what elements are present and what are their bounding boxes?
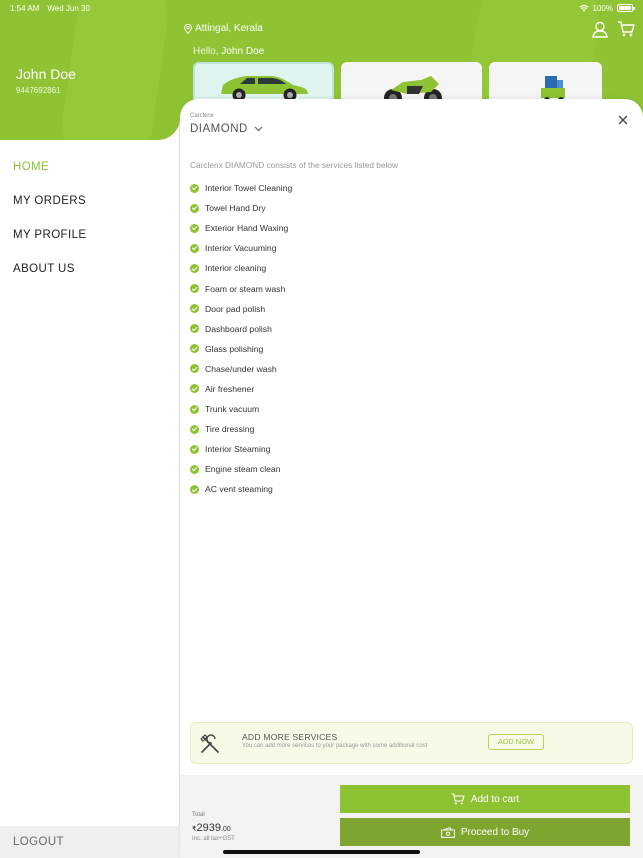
add-to-cart-label: Add to cart [470, 793, 520, 805]
add-now-button[interactable]: ADD NOW [488, 734, 544, 750]
proceed-to-buy-label: Proceed to Buy [460, 826, 530, 838]
sidebar-nav: HOME MY ORDERS MY PROFILE ABOUT US [0, 152, 180, 288]
user-phone: 9447692861 [16, 86, 61, 95]
package-intro: Carclenx DIAMOND consists of the service… [190, 160, 398, 170]
greeting-name: John Doe [221, 46, 265, 57]
add-more-services-banner: ADD MORE SERVICES You can add more servi… [190, 722, 633, 764]
service-name: Engine steam clean [205, 464, 281, 475]
tax-note: Inc. all tax+GST [192, 836, 235, 842]
price-decimals: .00 [220, 826, 231, 833]
service-name: Chase/under wash [205, 363, 277, 374]
service-name: Air freshener [205, 383, 255, 394]
list-item: Door pad polish [190, 299, 292, 319]
sidebar-header: John Doe 9447692861 [0, 0, 180, 140]
list-item: Exterior Hand Waxing [190, 218, 292, 238]
tools-icon [200, 734, 219, 753]
list-item: Interior Towel Cleaning [190, 178, 292, 198]
battery-icon [617, 4, 635, 12]
list-item: Trunk vacuum [190, 399, 292, 419]
check-circle-icon [190, 284, 199, 294]
battery-percent: 100% [592, 3, 613, 13]
list-item: Glass polishing [190, 339, 292, 359]
package-name: DIAMOND [190, 123, 248, 135]
add-more-subtitle: You can add more services to your packag… [242, 743, 428, 749]
check-circle-icon [190, 404, 199, 414]
price-value: 2939 [196, 822, 221, 834]
total-price: ₹2939.00 [192, 822, 231, 834]
check-circle-icon [190, 384, 199, 394]
status-time: 1:54 AM [10, 3, 40, 13]
check-circle-icon [190, 223, 199, 233]
greeting-prefix: Hello, [193, 46, 219, 57]
profile-icon[interactable] [591, 20, 609, 38]
check-circle-icon [190, 364, 199, 374]
service-name: Interior Towel Cleaning [205, 183, 293, 194]
status-bar: 1:54 AM Wed Jun 30 100% [0, 0, 643, 16]
service-name: Glass polishing [205, 343, 264, 354]
sidebar-item-about-us[interactable]: ABOUT US [0, 254, 180, 288]
service-name: Foam or steam wash [205, 283, 286, 294]
location-text: Attingal, Kerala [195, 23, 263, 34]
sidebar: John Doe 9447692861 HOME MY ORDERS MY PR… [0, 0, 180, 858]
check-circle-icon [190, 203, 199, 213]
list-item: Dashboard polish [190, 319, 292, 339]
list-item: Tire dressing [190, 419, 292, 439]
check-circle-icon [190, 243, 199, 253]
list-item: AC vent steaming [190, 479, 292, 499]
service-name: Interior cleaning [205, 263, 267, 274]
user-name: John Doe [16, 66, 76, 82]
check-circle-icon [190, 324, 199, 334]
cart-icon[interactable] [617, 20, 635, 38]
checkout-footer: Total ₹2939.00 Inc. all tax+GST Add to c… [180, 775, 643, 858]
list-item: Interior Vacuuming [190, 238, 292, 258]
service-name: Dashboard polish [205, 323, 272, 334]
check-circle-icon [190, 183, 199, 193]
package-selector[interactable]: DIAMOND [190, 123, 263, 135]
list-item: Engine steam clean [190, 459, 292, 479]
package-details-sheet: Carclenx DIAMOND Carclenx DIAMOND consis… [180, 99, 643, 858]
chevron-down-icon [254, 126, 263, 132]
wifi-icon [579, 5, 588, 12]
list-item: Interior Steaming [190, 439, 292, 459]
service-name: Exterior Hand Waxing [205, 223, 289, 234]
location[interactable]: Attingal, Kerala [184, 23, 263, 34]
service-name: Towel Hand Dry [205, 203, 266, 214]
list-item: Chase/under wash [190, 359, 292, 379]
cart-icon [451, 793, 465, 805]
cash-icon [440, 826, 455, 838]
service-name: Interior Steaming [205, 444, 271, 455]
close-icon[interactable] [616, 113, 630, 127]
home-indicator[interactable] [223, 850, 420, 854]
brand-label: Carclenx [190, 113, 214, 119]
service-name: Door pad polish [205, 303, 266, 314]
service-name: Interior Vacuuming [205, 243, 277, 254]
status-date: Wed Jun 30 [47, 3, 90, 13]
add-more-title: ADD MORE SERVICES [242, 732, 338, 742]
service-list: Interior Towel Cleaning Towel Hand Dry E… [190, 178, 292, 500]
check-circle-icon [190, 344, 199, 354]
sidebar-item-my-profile[interactable]: MY PROFILE [0, 220, 180, 254]
check-circle-icon [190, 424, 199, 434]
proceed-to-buy-button[interactable]: Proceed to Buy [340, 818, 630, 846]
sidebar-item-home[interactable]: HOME [0, 152, 180, 186]
check-circle-icon [190, 464, 199, 474]
location-pin-icon [184, 23, 192, 34]
greeting: Hello, John Doe [193, 46, 264, 57]
add-to-cart-button[interactable]: Add to cart [340, 785, 630, 813]
total-label: Total [192, 812, 205, 818]
service-name: AC vent steaming [205, 484, 273, 495]
list-item: Interior cleaning [190, 258, 292, 278]
sidebar-item-my-orders[interactable]: MY ORDERS [0, 186, 180, 220]
list-item: Towel Hand Dry [190, 198, 292, 218]
service-name: Tire dressing [205, 424, 255, 435]
service-name: Trunk vacuum [205, 404, 260, 415]
list-item: Foam or steam wash [190, 278, 292, 298]
check-circle-icon [190, 304, 199, 314]
check-circle-icon [190, 444, 199, 454]
check-circle-icon [190, 484, 199, 494]
logout-button[interactable]: LOGOUT [0, 826, 180, 858]
check-circle-icon [190, 263, 199, 273]
list-item: Air freshener [190, 379, 292, 399]
